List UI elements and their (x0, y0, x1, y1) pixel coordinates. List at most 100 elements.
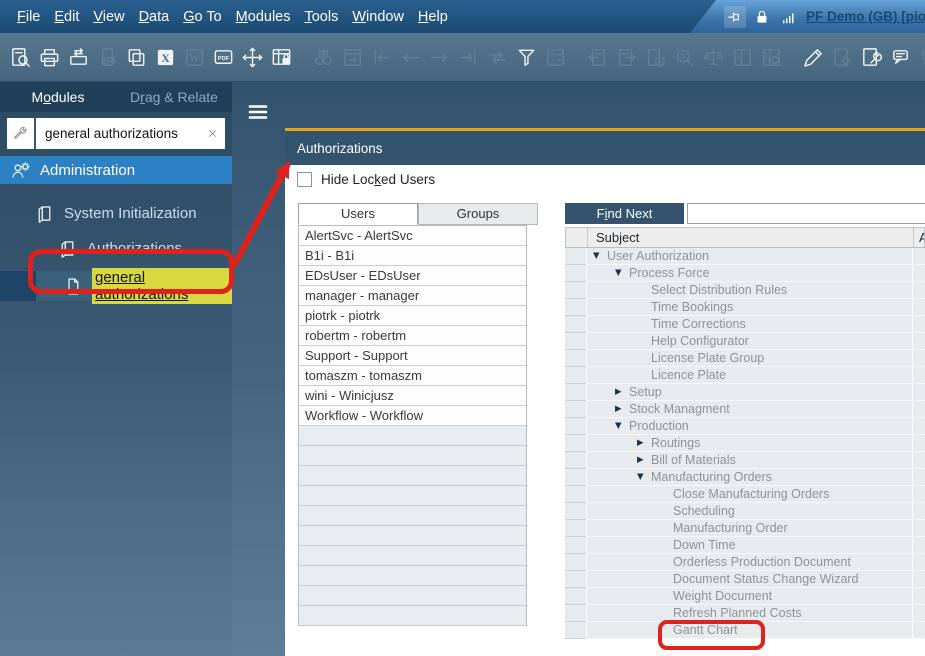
tab-modules[interactable]: Modules (0, 82, 116, 112)
tree-expander-icon[interactable] (636, 455, 651, 465)
remote-support-button[interactable] (93, 43, 122, 72)
transaction-journal-button[interactable]: $ (670, 43, 699, 72)
tree-row[interactable]: Production (565, 418, 925, 435)
user-list-item[interactable] (299, 446, 526, 466)
tab-users[interactable]: Users (298, 203, 418, 225)
menu-item[interactable]: Tools (297, 9, 345, 25)
tree-expander-icon[interactable] (636, 438, 651, 448)
tree-row[interactable]: Stock Managment (565, 401, 925, 418)
clear-search-icon[interactable] (203, 124, 222, 143)
duplicate-layout-button[interactable] (122, 43, 151, 72)
previous-record-button[interactable] (396, 43, 425, 72)
tree-row[interactable]: Setup (565, 384, 925, 401)
gross-profit-button[interactable] (699, 43, 728, 72)
company-database-title[interactable]: PF Demo (GB) [pio... | p (806, 9, 925, 24)
payment-incoming-button[interactable] (583, 43, 612, 72)
lock-icon[interactable] (751, 6, 773, 28)
menu-item[interactable]: Modules (229, 9, 298, 25)
window-title-bar[interactable]: Authorizations (285, 131, 925, 165)
user-list-item[interactable]: wini - Winicjusz (299, 386, 526, 406)
export-pdf-button[interactable]: PDF (209, 43, 238, 72)
menu-item[interactable]: View (86, 9, 131, 25)
user-list-item[interactable] (299, 546, 526, 566)
tree-row[interactable]: Manufacturing Orders (565, 469, 925, 486)
search-settings-icon[interactable] (7, 118, 36, 149)
user-list-item[interactable] (299, 486, 526, 506)
messages-alert-button[interactable] (886, 43, 915, 72)
pin-icon[interactable] (724, 6, 746, 28)
document-settings-button[interactable] (857, 43, 886, 72)
tree-row[interactable]: Time Bookings (565, 299, 925, 316)
go-to-window-button[interactable] (338, 43, 367, 72)
hide-locked-users-checkbox[interactable] (297, 172, 312, 187)
user-list-item[interactable] (299, 466, 526, 486)
user-list-item[interactable]: manager - manager (299, 286, 526, 306)
user-list-item[interactable] (299, 606, 526, 626)
tree-row[interactable]: Bill of Materials (565, 452, 925, 469)
tree-row[interactable]: Gantt Chart (565, 622, 925, 639)
user-list-item[interactable] (299, 566, 526, 586)
tree-row[interactable]: Routings (565, 435, 925, 452)
move-window-button[interactable] (238, 43, 267, 72)
find-input[interactable] (687, 203, 925, 224)
tree-header-subject[interactable]: Subject (588, 228, 914, 247)
tree-row[interactable]: Licence Plate (565, 367, 925, 384)
menu-item[interactable]: File (10, 9, 47, 25)
sidebar-item-administration[interactable]: Administration (0, 156, 232, 184)
tree-row[interactable]: User Authorization (565, 248, 925, 265)
print-button[interactable] (35, 43, 64, 72)
user-list-item[interactable]: Support - Support (299, 346, 526, 366)
find-button[interactable] (6, 43, 35, 72)
tree-expander-icon[interactable] (614, 421, 629, 431)
user-list-item[interactable]: piotrk - piotrk (299, 306, 526, 326)
export-word-button[interactable]: W (180, 43, 209, 72)
tree-row[interactable]: Refresh Planned Costs (565, 605, 925, 622)
last-record-button[interactable] (454, 43, 483, 72)
tree-expander-icon[interactable] (614, 268, 629, 278)
user-list-item[interactable] (299, 426, 526, 446)
user-list-item[interactable]: tomaszm - tomaszm (299, 366, 526, 386)
tree-expander-icon[interactable] (614, 404, 629, 414)
sidebar-item-general-authorizations[interactable]: general authorizations (0, 271, 232, 301)
filter-table-button[interactable] (512, 43, 541, 72)
tree-expander-icon[interactable] (614, 387, 629, 397)
tree-row[interactable]: Time Corrections (565, 316, 925, 333)
sidebar-item-authorizations[interactable]: Authorizations (0, 234, 232, 262)
tree-header-authorization[interactable]: A (914, 228, 924, 247)
print-layout-button[interactable] (64, 43, 93, 72)
tree-row[interactable]: Process Force (565, 265, 925, 282)
search-input[interactable] (36, 118, 225, 149)
tree-expander-icon[interactable] (636, 472, 651, 482)
messages-sent-button[interactable] (915, 43, 925, 72)
tree-row[interactable]: Close Manufacturing Orders (565, 486, 925, 503)
sidebar-item-system-initialization[interactable]: System Initialization (0, 199, 232, 227)
tree-row[interactable]: Select Distribution Rules (565, 282, 925, 299)
sort-table-button[interactable]: AZ (541, 43, 570, 72)
menu-item[interactable]: Data (132, 9, 177, 25)
tree-row[interactable]: Help Configurator (565, 333, 925, 350)
menu-item[interactable]: Window (345, 9, 411, 25)
user-list-item[interactable] (299, 526, 526, 546)
refresh-record-button[interactable] (483, 43, 512, 72)
next-record-button[interactable] (425, 43, 454, 72)
signal-icon[interactable] (778, 6, 800, 28)
edit-mode-button[interactable] (799, 43, 828, 72)
tree-row[interactable]: Down Time (565, 537, 925, 554)
tree-row[interactable]: License Plate Group (565, 350, 925, 367)
tab-drag-relate[interactable]: Drag & Relate (116, 82, 232, 112)
lock-screen-button[interactable] (267, 43, 296, 72)
menu-item[interactable]: Edit (47, 9, 86, 25)
target-document-button[interactable]: $ (757, 43, 786, 72)
tree-row[interactable]: Manufacturing Order (565, 520, 925, 537)
user-list-item[interactable]: AlertSvc - AlertSvc (299, 226, 526, 246)
base-document-button[interactable]: $ (728, 43, 757, 72)
payment-means-button[interactable]: $ (641, 43, 670, 72)
find-next-button[interactable]: Find Next (565, 203, 684, 224)
user-list-item[interactable]: robertm - robertm (299, 326, 526, 346)
tree-row[interactable]: Scheduling (565, 503, 925, 520)
first-record-button[interactable] (367, 43, 396, 72)
form-settings-button[interactable] (828, 43, 857, 72)
menu-item[interactable]: Go To (176, 9, 228, 25)
hamburger-menu-icon[interactable] (245, 99, 271, 125)
tree-row[interactable]: Orderless Production Document (565, 554, 925, 571)
